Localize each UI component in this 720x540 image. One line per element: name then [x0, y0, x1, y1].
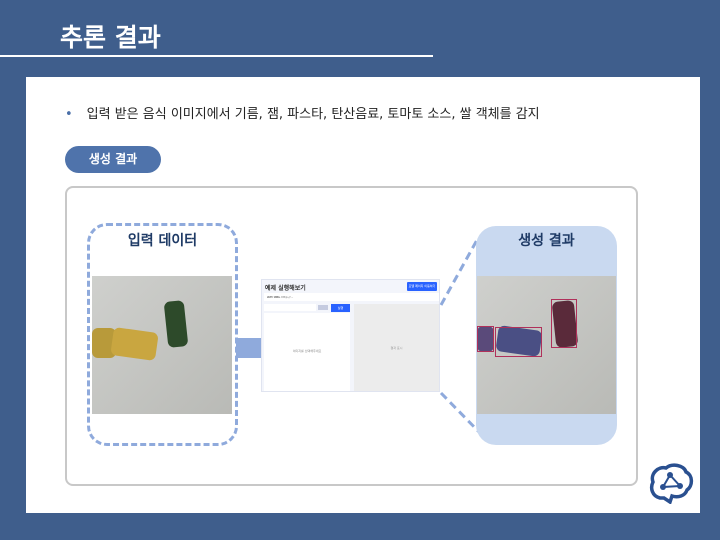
output-label: 생성 결과	[518, 233, 575, 249]
bounding-box	[495, 327, 542, 357]
brain-logo-icon	[649, 463, 694, 504]
output-image	[477, 276, 616, 414]
bounding-box	[477, 326, 494, 352]
bounding-box	[551, 299, 577, 348]
